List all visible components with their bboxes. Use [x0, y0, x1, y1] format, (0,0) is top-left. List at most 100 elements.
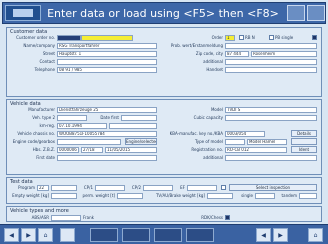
customer-section: Customer data Customer order no. Order 1… [6, 27, 322, 97]
back-key-icon[interactable]: ◀ [256, 228, 271, 242]
empty-weight-label: Empty weight [kg] [12, 193, 49, 198]
function-key-4[interactable] [60, 228, 75, 242]
header-bar: Enter data or load using <F5> then <F8> [2, 2, 326, 24]
minimize-button[interactable] [287, 5, 305, 21]
perm-weight-input[interactable] [117, 193, 143, 199]
inspection-checkbox[interactable] [221, 185, 226, 190]
page-title: Enter data or load using <F5> then <F8> [47, 7, 279, 20]
next-service-a-input[interactable]: 0000006 [57, 147, 79, 153]
cubic-input[interactable] [225, 115, 317, 121]
date-first-input[interactable] [121, 115, 157, 121]
chassis-input[interactable]: WOOB8751F10055784 [57, 131, 157, 137]
first-reg-input[interactable] [57, 155, 157, 161]
next-service-label: Hbs. Z.B.Z. [32, 147, 55, 152]
next-page-key-icon[interactable]: ▶ [21, 228, 36, 242]
km-extra-input[interactable] [109, 123, 157, 129]
manufacturer-label: Manufacturer [28, 107, 55, 112]
rb-checkbox-label: RB N [245, 35, 255, 40]
program-extra-input[interactable] [51, 185, 77, 191]
customer-order-label: Customer order no. [16, 35, 55, 40]
type-model-input[interactable] [225, 139, 245, 145]
function-key-7[interactable] [154, 228, 182, 242]
type-model-button[interactable] [291, 138, 317, 145]
identnr-label: KBA-manufac. key no./KBA [169, 131, 223, 136]
tyre-input[interactable] [207, 193, 233, 199]
abs-value: Frank [83, 215, 94, 220]
registration-input[interactable]: RO-CB 012 [225, 147, 287, 153]
rdk-checkbox[interactable] [225, 215, 230, 220]
identnr-details-button[interactable]: Details [291, 130, 317, 137]
next-service-b-input[interactable]: 27/18 [81, 147, 103, 153]
single-label: single [241, 193, 253, 198]
chassis-label: Vehicle chassis no. [17, 131, 55, 136]
empty-weight-input[interactable] [51, 193, 77, 199]
name-label: Name/company [23, 43, 55, 48]
rb-checkbox[interactable] [239, 35, 244, 40]
prev-page-key-icon[interactable]: ◀ [4, 228, 19, 242]
type-model-value[interactable]: Model Hamel [247, 139, 287, 145]
customer-additional-input[interactable] [225, 59, 317, 65]
vehicle-additional-input[interactable] [225, 155, 317, 161]
vehicle-types-section: Vehicle types and more ABS/ASR Frank RDK… [6, 206, 322, 222]
single-input[interactable] [255, 193, 275, 199]
single-checkbox[interactable] [312, 35, 317, 40]
function-key-bar: ◀ ▶ ⌂ ◀ ▶ ⌂ [0, 224, 328, 244]
pb-checkbox-label: PB single [275, 35, 294, 40]
registration-ident-button[interactable]: Ident [291, 146, 317, 153]
name-input[interactable]: RSG Transportfahrer [57, 43, 157, 49]
city-input[interactable]: Rosenheim [251, 51, 317, 57]
home-key-icon[interactable]: ⌂ [38, 228, 53, 242]
function-key-8[interactable] [186, 228, 214, 242]
vehicle-types-section-title: Vehicle types and more [10, 208, 69, 214]
forward-key-icon[interactable]: ▶ [273, 228, 288, 242]
close-button[interactable] [307, 5, 325, 21]
contact-label: Contact [39, 59, 55, 64]
menu-key-icon[interactable]: ⌂ [308, 228, 323, 242]
program-label: Program [18, 185, 35, 190]
abs-input[interactable] [51, 215, 81, 221]
select-inspection-button[interactable]: Select inspection [229, 184, 317, 191]
function-key-6[interactable] [122, 228, 150, 242]
cp1-input[interactable] [95, 185, 125, 191]
customer-order-input-prefix[interactable] [57, 35, 81, 41]
abs-label: ABS/ASR [31, 215, 49, 220]
additional-field-label: Prob. wert/Erstanmeldung [170, 43, 223, 48]
customer-additional-label: additional [203, 59, 223, 64]
ef-label: EF [180, 185, 185, 190]
telephone-input[interactable]: 08 91 / 985 [57, 67, 157, 73]
km-input[interactable]: 07.10.1994 [57, 123, 107, 129]
next-service-c-input[interactable]: 11/05/2015 [105, 147, 157, 153]
cp2-input[interactable] [143, 185, 173, 191]
order-label: Order [211, 35, 223, 40]
engine-toggle-button[interactable]: Engine/selected [125, 138, 157, 145]
application-window: Enter data or load using <F5> then <F8> … [0, 0, 328, 244]
perm-weight-label: perm. weight [t] [82, 193, 115, 198]
handset-input[interactable] [225, 67, 317, 73]
ef-input[interactable] [187, 185, 217, 191]
function-key-5[interactable] [90, 228, 118, 242]
type-model-label: Type of model [194, 139, 223, 144]
vehicle-type-input[interactable] [57, 115, 87, 121]
model-input[interactable]: TVDI S [225, 107, 317, 113]
program-input[interactable]: 22 [37, 185, 49, 191]
contact-input[interactable] [57, 59, 157, 65]
zip-input[interactable]: 87 444 [225, 51, 249, 57]
cp1-label: CP/1 [83, 185, 93, 190]
engine-label: Engine code/gearbox [12, 139, 55, 144]
customer-order-input[interactable] [81, 35, 133, 41]
tandem-input[interactable] [299, 193, 317, 199]
additional-field-input[interactable] [225, 43, 317, 49]
pb-checkbox[interactable] [269, 35, 274, 40]
rdk-label: RDK/Chess [201, 215, 223, 220]
telephone-label: Telephone [34, 67, 55, 72]
handset-label: Handset [206, 67, 223, 72]
tandem-label: tandem [281, 193, 297, 198]
app-logo-icon [5, 5, 41, 21]
engine-input[interactable] [57, 139, 121, 145]
order-input[interactable]: 1 [225, 35, 235, 41]
street-input[interactable]: Hauptstr. 1 [57, 51, 157, 57]
zip-label: Zip code, city [195, 51, 223, 56]
km-label: km-reg. [39, 123, 55, 128]
identnr-input[interactable]: 0003/054 [225, 131, 265, 137]
manufacturer-input[interactable]: Dienstfahrzeuge 25 [57, 107, 157, 113]
